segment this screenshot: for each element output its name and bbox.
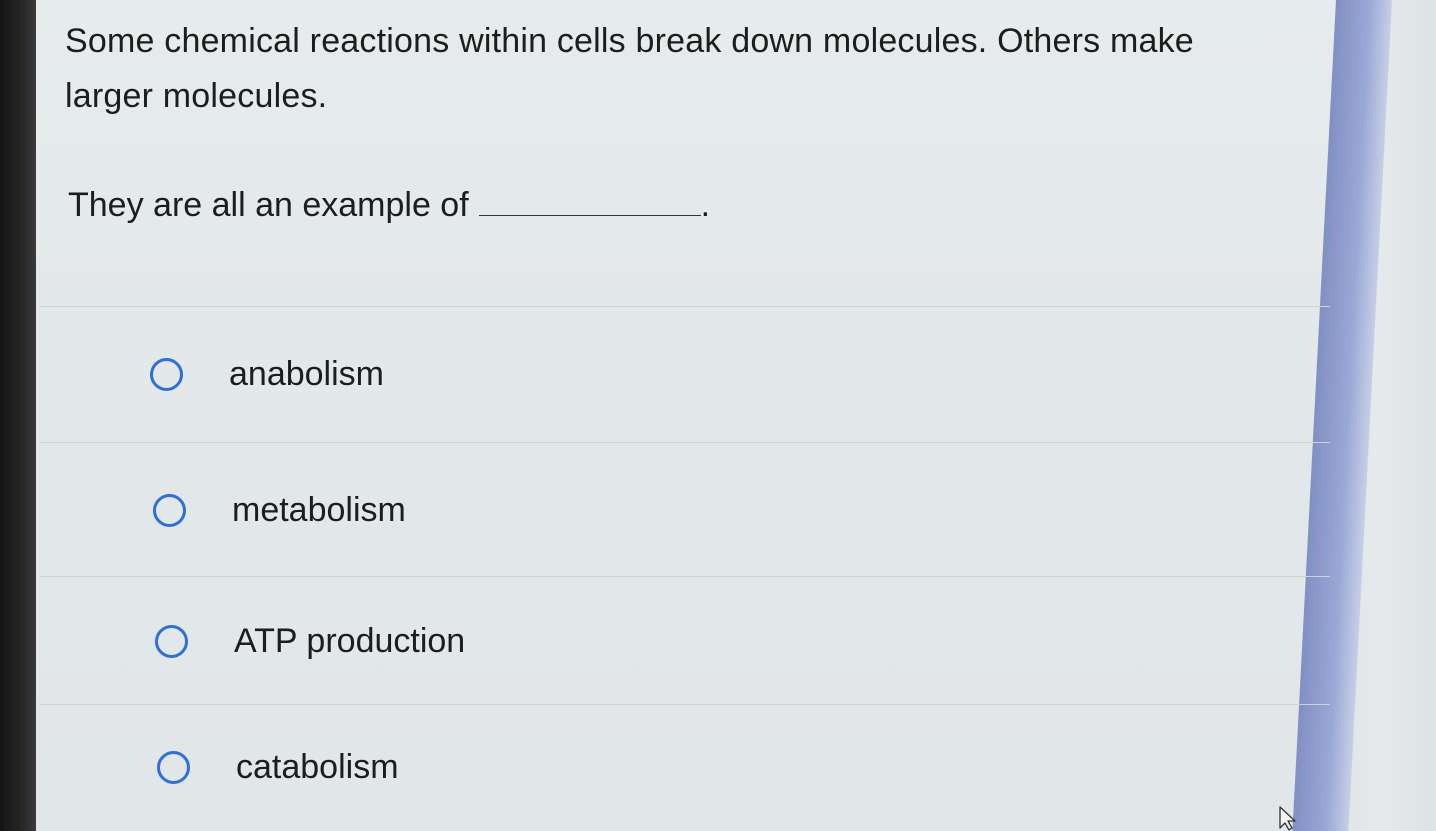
mouse-pointer-icon — [1279, 806, 1296, 831]
radio-unselected-icon[interactable] — [150, 358, 183, 391]
option-label[interactable]: metabolism — [232, 491, 406, 530]
radio-unselected-icon[interactable] — [157, 751, 190, 784]
radio-unselected-icon[interactable] — [153, 494, 186, 527]
question-stem: Some chemical reactions within cells bre… — [65, 22, 1194, 115]
prompt-text: They are all an example of — [68, 186, 469, 224]
question-panel — [36, 0, 1336, 831]
option-label[interactable]: catabolism — [236, 748, 399, 787]
answer-option-anabolism[interactable]: anabolism — [150, 355, 384, 394]
answer-option-metabolism[interactable]: metabolism — [153, 491, 406, 530]
question-prompt: They are all an example of. — [68, 186, 710, 225]
divider — [40, 442, 1330, 443]
divider — [40, 306, 1330, 307]
option-label[interactable]: anabolism — [229, 355, 384, 394]
radio-unselected-icon[interactable] — [155, 625, 188, 658]
divider — [40, 704, 1330, 705]
monitor-bezel — [0, 0, 36, 831]
answer-option-atp-production[interactable]: ATP production — [155, 622, 465, 661]
blank-suffix: . — [700, 186, 711, 224]
option-label[interactable]: ATP production — [234, 622, 465, 661]
answer-option-catabolism[interactable]: catabolism — [157, 748, 399, 787]
answer-blank — [478, 189, 701, 216]
divider — [40, 576, 1330, 577]
